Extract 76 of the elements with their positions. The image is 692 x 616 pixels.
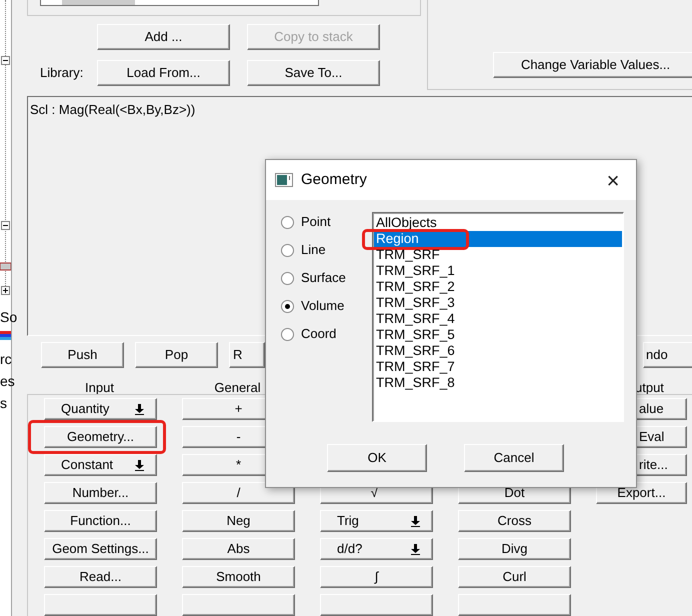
collapse-toggle[interactable] bbox=[1, 221, 10, 230]
calculator-button[interactable] bbox=[182, 594, 295, 616]
close-button[interactable]: × bbox=[590, 160, 636, 200]
stack-button[interactable]: R bbox=[229, 342, 265, 368]
radio-label[interactable]: Coord bbox=[301, 324, 336, 344]
calculator-button[interactable] bbox=[320, 594, 433, 616]
list-item[interactable]: AllObjects bbox=[374, 215, 622, 231]
dropdown-arrow-icon bbox=[135, 460, 144, 470]
add-button[interactable]: Add ... bbox=[97, 24, 230, 50]
undo-button[interactable]: ndo bbox=[643, 342, 692, 368]
list-item[interactable]: TRM_SRF_7 bbox=[374, 359, 622, 375]
calculator-button[interactable]: Neg bbox=[182, 510, 295, 532]
calculator-button[interactable]: Cross bbox=[458, 510, 571, 532]
expand-toggle[interactable] bbox=[1, 286, 10, 295]
list-item[interactable]: TRM_SRF_2 bbox=[374, 279, 622, 295]
calculator-button[interactable]: / bbox=[182, 482, 295, 504]
dropdown-arrow-icon bbox=[411, 516, 420, 526]
list-item[interactable]: TRM_SRF_3 bbox=[374, 295, 622, 311]
calculator-button[interactable]: Geom Settings... bbox=[44, 538, 157, 560]
calculator-button[interactable]: Trig bbox=[320, 510, 433, 532]
stack-button[interactable]: Pop bbox=[135, 342, 218, 368]
list-item[interactable]: TRM_SRF_5 bbox=[374, 327, 622, 343]
object-list[interactable] bbox=[40, 0, 319, 6]
tree-label[interactable]: s bbox=[0, 394, 7, 412]
calculator-button[interactable]: Quantity bbox=[44, 398, 157, 420]
tree-label[interactable]: So bbox=[0, 308, 18, 326]
save-button[interactable]: Save To... bbox=[247, 60, 380, 86]
calculator-button[interactable] bbox=[44, 594, 157, 616]
tree-label[interactable]: es bbox=[0, 372, 15, 390]
stack-expression: Scl : Mag(Real(<Bx,By,Bz>)) bbox=[30, 101, 196, 119]
calculator-button[interactable]: d/d? bbox=[320, 538, 433, 560]
ok-button[interactable]: OK bbox=[327, 444, 427, 472]
dialog-title: Geometry bbox=[301, 170, 367, 190]
layers-icon bbox=[0, 329, 11, 340]
column-header: Input bbox=[85, 380, 114, 395]
list-item[interactable]: Region bbox=[374, 231, 622, 247]
radio-button[interactable] bbox=[281, 216, 294, 228]
calculator-button[interactable] bbox=[458, 594, 571, 616]
radio-button[interactable] bbox=[281, 328, 294, 340]
list-item[interactable]: TRM_SRF_4 bbox=[374, 311, 622, 327]
dropdown-arrow-icon bbox=[135, 404, 144, 414]
list-item[interactable]: TRM_SRF_6 bbox=[374, 343, 622, 359]
window-icon bbox=[275, 173, 293, 187]
tree-label[interactable]: rc bbox=[0, 350, 12, 368]
calculator-button[interactable]: rite... bbox=[636, 454, 687, 476]
change-values-button[interactable]: Change Variable Values... bbox=[493, 52, 692, 78]
calculator-button[interactable]: Divg bbox=[458, 538, 571, 560]
stack-button[interactable]: Push bbox=[41, 342, 124, 368]
list-item[interactable]: TRM_SRF_1 bbox=[374, 263, 622, 279]
radio-button[interactable] bbox=[281, 244, 294, 256]
radio-label[interactable]: Surface bbox=[301, 268, 346, 288]
calculator-button[interactable]: Smooth bbox=[182, 566, 295, 588]
radio-label[interactable]: Line bbox=[301, 240, 326, 260]
cancel-button[interactable]: Cancel bbox=[464, 444, 564, 472]
radio-label[interactable]: Volume bbox=[301, 296, 344, 316]
calculator-button[interactable]: alue bbox=[636, 398, 687, 420]
column-header: General bbox=[214, 380, 261, 395]
radio-button[interactable] bbox=[281, 300, 294, 312]
radio-label[interactable]: Point bbox=[301, 212, 331, 232]
calculator-button[interactable]: Read... bbox=[44, 566, 157, 588]
load-button[interactable]: Load From... bbox=[97, 60, 230, 86]
radio-button[interactable] bbox=[281, 272, 294, 284]
calculator-button[interactable]: Curl bbox=[458, 566, 571, 588]
folder-icon bbox=[0, 261, 11, 272]
calculator-button[interactable]: Function... bbox=[44, 510, 157, 532]
calculator-button[interactable]: Abs bbox=[182, 538, 295, 560]
collapse-toggle[interactable] bbox=[1, 56, 10, 65]
calculator-button[interactable]: Geometry... bbox=[44, 426, 157, 448]
library-label: Library: bbox=[39, 64, 84, 82]
calculator-button[interactable]: ∫ bbox=[320, 566, 433, 588]
calculator-button[interactable]: Constant bbox=[44, 454, 157, 476]
calculator-button[interactable]: Eval bbox=[636, 426, 687, 448]
list-item[interactable]: TRM_SRF bbox=[374, 247, 622, 263]
calculator-button[interactable]: Number... bbox=[44, 482, 157, 504]
list-item[interactable]: TRM_SRF_8 bbox=[374, 375, 622, 391]
dropdown-arrow-icon bbox=[411, 544, 420, 554]
